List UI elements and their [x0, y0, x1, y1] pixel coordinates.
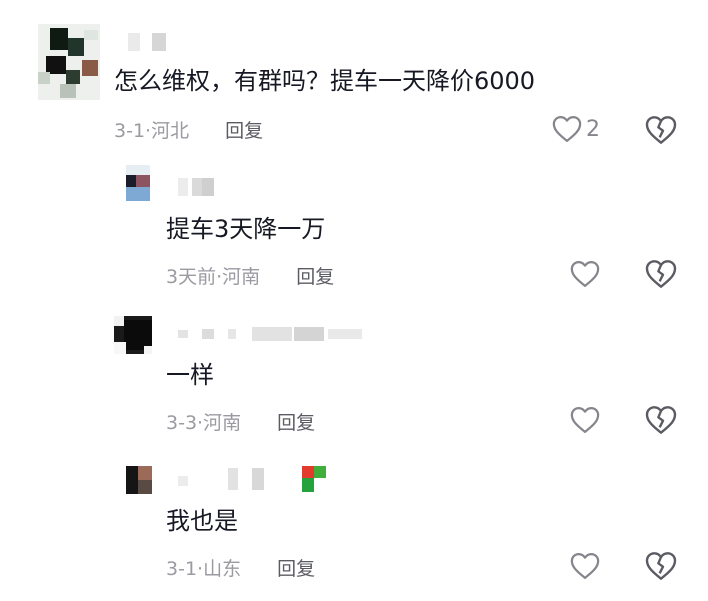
comment-location: 河南 [203, 412, 242, 434]
comment-meta: 3-1·河北 回复 [114, 116, 263, 143]
comment-location: 山东 [203, 558, 242, 580]
username-blurred[interactable] [172, 325, 372, 343]
avatar[interactable] [38, 24, 100, 100]
heart-icon [570, 406, 600, 434]
heart-icon [552, 115, 582, 143]
badge-icon [302, 466, 326, 492]
dislike-button[interactable] [645, 115, 677, 145]
heart-icon [570, 260, 600, 288]
comment-date: 3-1 [114, 120, 146, 142]
broken-heart-icon [645, 115, 677, 145]
like-button[interactable] [570, 406, 604, 434]
broken-heart-icon [645, 405, 677, 435]
comment-meta: 3-1·山东 回复 [166, 554, 315, 581]
dislike-button[interactable] [645, 551, 677, 581]
reply-button[interactable]: 回复 [225, 120, 263, 142]
comment-text: 怎么维权，有群吗？提车一天降价6000 [114, 67, 536, 95]
comment-meta: 3-3·河南 回复 [166, 408, 315, 435]
comment-date: 3天前 [166, 266, 217, 288]
heart-icon [570, 552, 600, 580]
reply-button[interactable]: 回复 [296, 266, 334, 288]
username-blurred[interactable] [172, 178, 232, 196]
avatar[interactable] [114, 316, 152, 354]
like-button[interactable] [570, 260, 604, 288]
username-blurred[interactable] [172, 468, 272, 490]
dislike-button[interactable] [645, 405, 677, 435]
username-blurred[interactable] [122, 33, 182, 51]
broken-heart-icon [645, 551, 677, 581]
dislike-button[interactable] [645, 259, 677, 289]
like-count: 2 [586, 116, 600, 142]
broken-heart-icon [645, 259, 677, 289]
comment-date: 3-3 [166, 412, 198, 434]
comment-text: 提车3天降一万 [166, 215, 326, 243]
reply-button[interactable]: 回复 [277, 412, 315, 434]
avatar[interactable] [126, 466, 152, 494]
comment-text: 我也是 [166, 507, 238, 535]
reply-button[interactable]: 回复 [277, 558, 315, 580]
avatar[interactable] [126, 165, 150, 201]
like-button[interactable] [570, 552, 604, 580]
like-button[interactable]: 2 [552, 115, 600, 143]
comment-text: 一样 [166, 361, 214, 389]
comment-location: 河北 [151, 120, 190, 142]
comment-location: 河南 [222, 266, 261, 288]
comment-date: 3-1 [166, 558, 198, 580]
comment-meta: 3天前·河南 回复 [166, 262, 334, 289]
